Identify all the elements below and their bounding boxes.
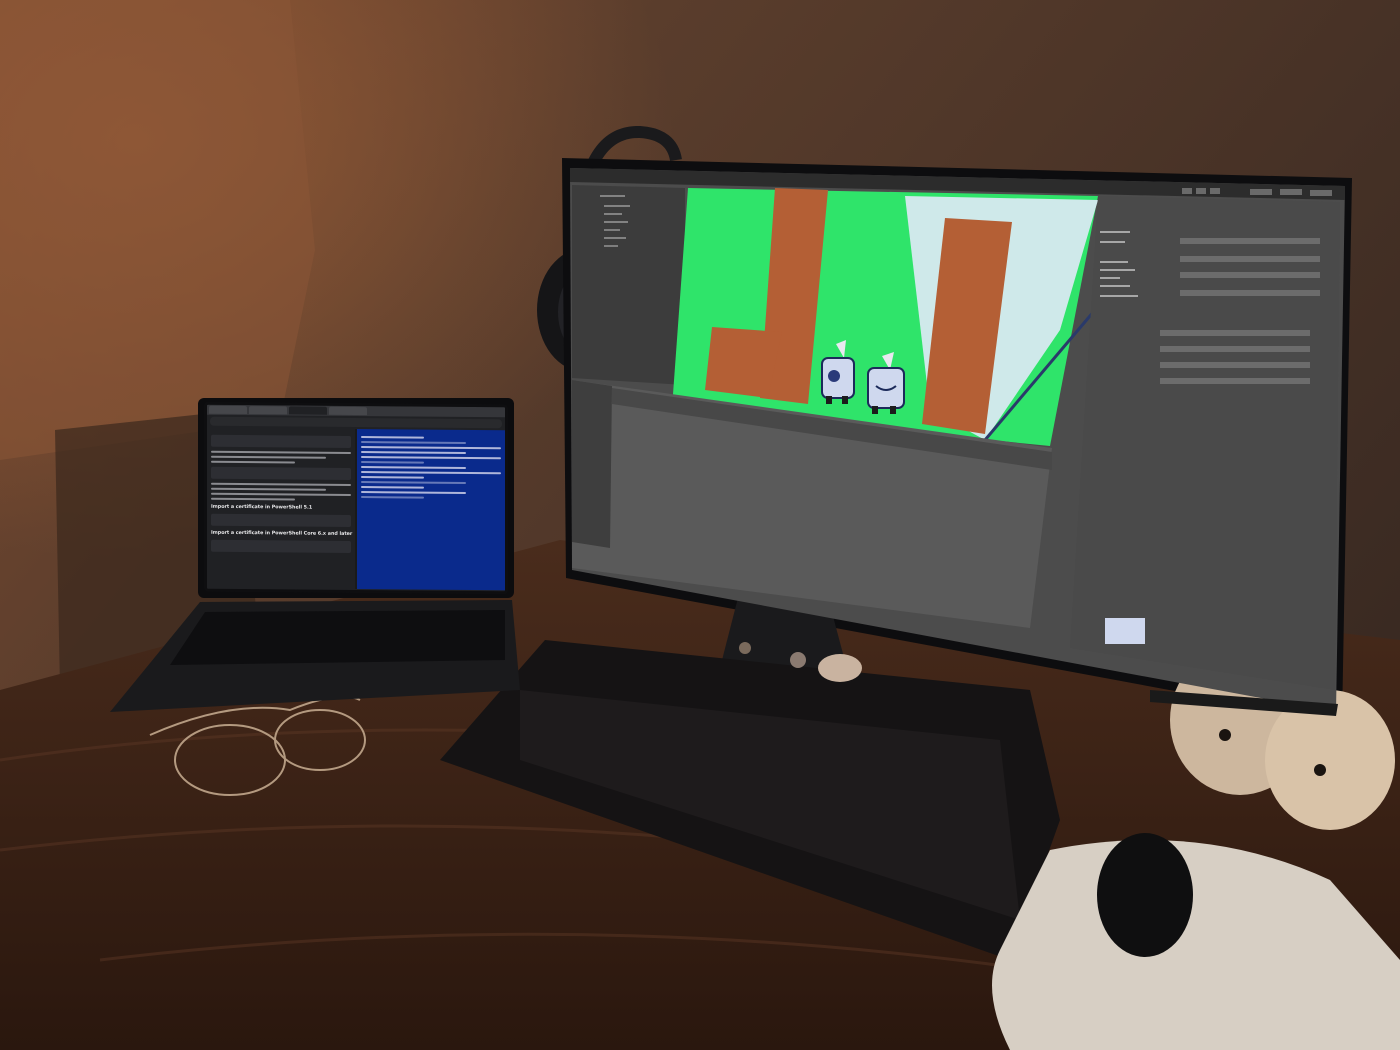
code-block [211, 466, 351, 480]
terminal-line [361, 451, 466, 454]
lamp-shade [0, 0, 315, 460]
doc-text-line [211, 450, 351, 454]
terminal-prompt [361, 496, 424, 499]
laptop-screen: Import a certificate in PowerShell 5.1 I… [204, 401, 508, 595]
browser-tab[interactable] [329, 406, 367, 416]
doc-text-line [211, 487, 326, 491]
terminal-line [361, 456, 501, 460]
browser-tab[interactable] [209, 405, 247, 415]
section-heading: Import a certificate in PowerShell 5.1 [211, 504, 313, 511]
terminal-line [361, 471, 501, 475]
terminal-line [361, 486, 424, 489]
terminal-line [361, 436, 424, 439]
hierarchy-panel [572, 185, 685, 385]
section-heading: Import a certificate in PowerShell Core … [211, 530, 353, 537]
code-block [211, 513, 351, 527]
doc-text-line [211, 497, 295, 501]
laptop-keyboard [170, 610, 505, 665]
terminal-line [361, 461, 424, 464]
mouse [1097, 833, 1193, 957]
sprite-preview [1105, 618, 1145, 644]
doc-text-line [211, 492, 351, 496]
doc-text-line [211, 455, 326, 459]
powershell-window[interactable] [355, 428, 505, 591]
terminal-line [361, 476, 424, 479]
browser-tab-active[interactable] [289, 406, 327, 415]
docs-article: Import a certificate in PowerShell 5.1 I… [207, 428, 355, 589]
terminal-line [361, 446, 501, 450]
terminal-line [361, 441, 466, 444]
code-block [211, 539, 351, 553]
browser-tab-bar [207, 404, 505, 418]
doc-text-line [211, 482, 351, 486]
terminal-line [361, 481, 466, 484]
doc-text-line [211, 460, 295, 464]
terminal-line [361, 466, 466, 469]
code-block [211, 434, 351, 448]
browser-tab[interactable] [249, 406, 287, 415]
address-bar[interactable] [210, 416, 502, 429]
project-folders [572, 380, 612, 548]
terminal-line [361, 491, 466, 494]
